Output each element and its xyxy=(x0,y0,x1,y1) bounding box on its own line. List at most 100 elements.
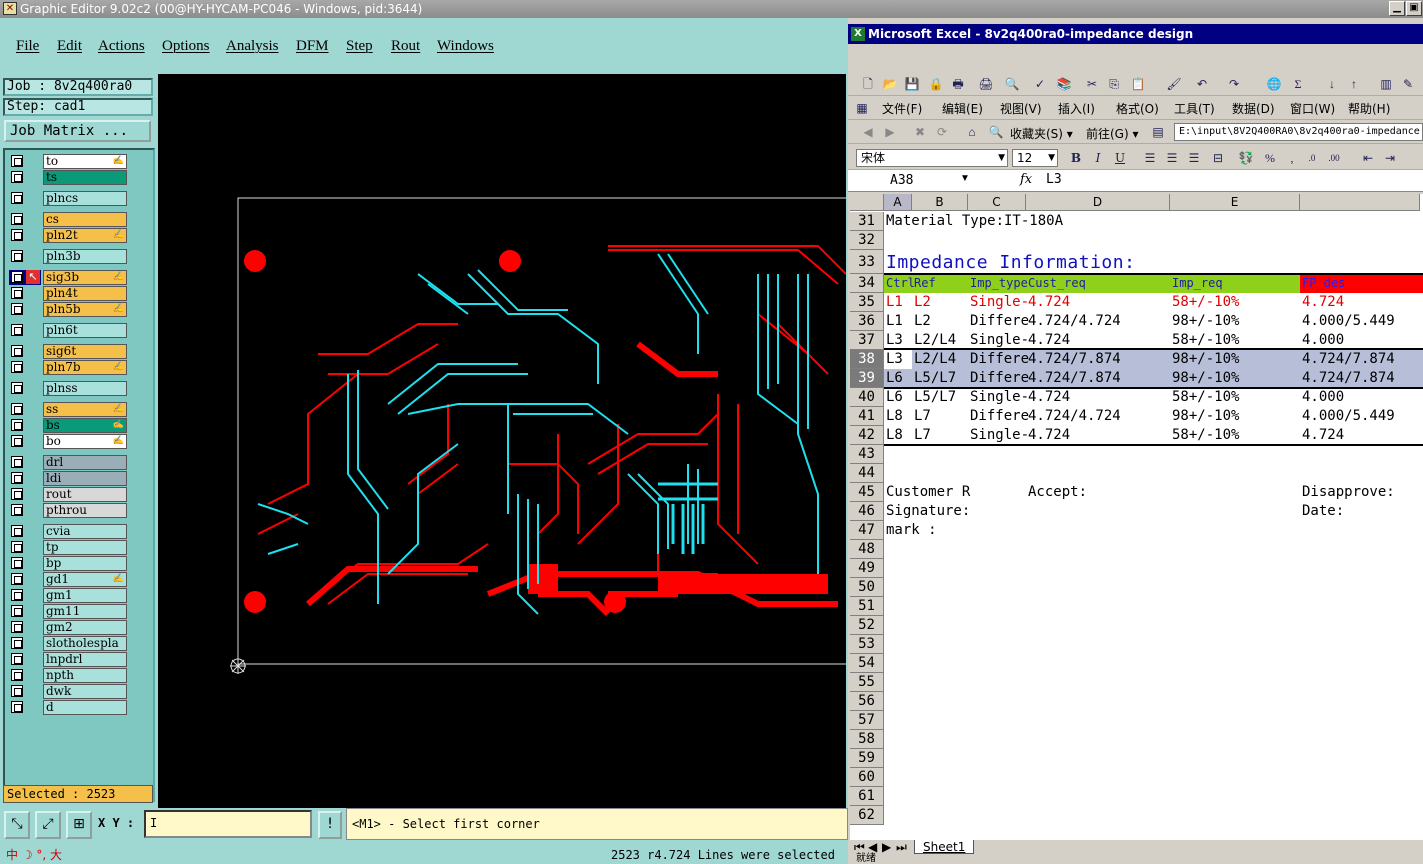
increase-indent-icon[interactable]: ⇥ xyxy=(1382,150,1398,166)
cell[interactable]: FP_des xyxy=(1302,274,1423,293)
row-header[interactable]: 44 xyxy=(850,464,884,483)
info-icon[interactable]: ! xyxy=(318,811,342,839)
layer-row-d[interactable]: d xyxy=(9,700,127,715)
cell[interactable]: 4.724/4.724 xyxy=(1028,312,1172,331)
cell[interactable]: 98+/-10% xyxy=(1172,350,1302,369)
layer-name[interactable]: ss ✍ xyxy=(43,402,127,417)
layer-name[interactable]: d xyxy=(43,700,127,715)
drawing-icon[interactable]: ✎ xyxy=(1400,76,1416,92)
cell[interactable]: L8 xyxy=(886,407,914,426)
cell[interactable]: 4.724 xyxy=(1028,426,1172,445)
layer-checkbox[interactable] xyxy=(11,573,23,585)
layer-checkbox[interactable] xyxy=(11,271,23,283)
layer-name[interactable]: dwk xyxy=(43,684,127,699)
new-icon[interactable]: 🗋 xyxy=(860,76,876,92)
go-menu[interactable]: 前往(G) ▾ xyxy=(1086,125,1139,142)
forward-icon[interactable]: ▶ xyxy=(882,124,898,140)
research-icon[interactable]: 📚 xyxy=(1056,76,1072,92)
layer-row-pln2t[interactable]: pln2t ✍ xyxy=(9,228,127,243)
cell[interactable]: 4.724 xyxy=(1028,388,1172,407)
align-right-icon[interactable]: ☰ xyxy=(1186,150,1202,166)
layer-row-to[interactable]: to ✍ xyxy=(9,154,127,169)
sheet-tab-sheet1[interactable]: Sheet1 xyxy=(914,840,975,854)
comma-icon[interactable]: , xyxy=(1284,150,1300,166)
cell[interactable]: 4.000/5.449 xyxy=(1302,407,1423,426)
cell[interactable]: L2 xyxy=(914,293,970,312)
layer-row-pln3b[interactable]: pln3b xyxy=(9,249,127,264)
row-header[interactable]: 37 xyxy=(850,331,884,350)
layer-row-drl[interactable]: drl xyxy=(9,455,127,470)
cell[interactable]: 4.724 xyxy=(1302,293,1423,312)
open-icon[interactable]: 📂 xyxy=(882,76,898,92)
cell[interactable]: Date: xyxy=(1302,502,1423,521)
layer-checkbox[interactable] xyxy=(11,419,23,431)
layer-checkbox[interactable] xyxy=(11,589,23,601)
home-icon[interactable]: ⌂ xyxy=(964,124,980,140)
layer-checkbox[interactable] xyxy=(11,701,23,713)
cell[interactable]: L5/L7 xyxy=(914,369,970,388)
restore-button[interactable]: ▣ xyxy=(1406,1,1422,16)
row-header[interactable]: 45 xyxy=(850,483,884,502)
undo-icon[interactable]: ↶ xyxy=(1194,76,1210,92)
layer-name[interactable]: tp xyxy=(43,540,127,555)
row-header[interactable]: 55 xyxy=(850,673,884,692)
search-icon[interactable]: 🔍 xyxy=(1004,76,1020,92)
layer-checkbox[interactable] xyxy=(11,213,23,225)
excel-menu-1[interactable]: 编辑(E) xyxy=(942,100,983,117)
job-matrix-button[interactable]: Job Matrix ... xyxy=(4,120,151,142)
row-header[interactable]: 57 xyxy=(850,711,884,730)
row-header[interactable]: 61 xyxy=(850,787,884,806)
cell[interactable]: L1 xyxy=(886,293,914,312)
layer-row-ldi[interactable]: ldi xyxy=(9,471,127,486)
cell[interactable]: 4.000 xyxy=(1302,388,1423,407)
layer-name[interactable]: rout xyxy=(43,487,127,502)
layer-name[interactable]: plncs xyxy=(43,191,127,206)
ime-indicator[interactable]: 中 ☽ °, 大 xyxy=(6,846,62,864)
layer-checkbox[interactable] xyxy=(11,472,23,484)
zoom-corner-icon[interactable]: ⤡ xyxy=(4,811,30,839)
menu-options[interactable]: Options xyxy=(162,38,210,55)
layer-checkbox[interactable] xyxy=(11,557,23,569)
row-header[interactable]: 62 xyxy=(850,806,884,825)
row-header[interactable]: 33 xyxy=(850,250,884,274)
grid-icon[interactable]: ⊞ xyxy=(66,811,92,839)
print-preview-icon[interactable]: 🖨 xyxy=(978,76,994,92)
cell[interactable]: Cust_req xyxy=(1028,274,1172,293)
row-header[interactable]: 49 xyxy=(850,559,884,578)
cell[interactable]: 4.724/7.874 xyxy=(1028,350,1172,369)
row-header[interactable]: 51 xyxy=(850,597,884,616)
menu-file[interactable]: File xyxy=(16,38,39,55)
cell[interactable]: L6 xyxy=(886,388,914,407)
row-header[interactable]: 35 xyxy=(850,293,884,312)
cell[interactable]: L7 xyxy=(914,426,970,445)
cell[interactable]: 98+/-10% xyxy=(1172,369,1302,388)
row-header[interactable]: 32 xyxy=(850,231,884,250)
layer-checkbox[interactable] xyxy=(11,435,23,447)
cell[interactable]: Ctrl xyxy=(886,274,914,293)
cell[interactable]: L8 xyxy=(886,426,914,445)
cell[interactable]: 4.724/7.874 xyxy=(1028,369,1172,388)
excel-menu-2[interactable]: 视图(V) xyxy=(1000,100,1042,117)
column-header[interactable]: C xyxy=(968,194,1026,211)
cell[interactable]: L2/L4 xyxy=(914,350,970,369)
excel-menu-7[interactable]: 窗口(W) xyxy=(1290,100,1335,117)
cell[interactable]: Accept: xyxy=(1028,483,1172,502)
cell[interactable]: L5/L7 xyxy=(914,388,970,407)
menu-dfm[interactable]: DFM xyxy=(296,38,329,55)
excel-menu-5[interactable]: 工具(T) xyxy=(1174,100,1215,117)
layer-row-npth[interactable]: npth xyxy=(9,668,127,683)
formula-input[interactable]: L3 xyxy=(1046,172,1062,187)
row-header[interactable]: 56 xyxy=(850,692,884,711)
row-header[interactable]: 31 xyxy=(850,212,884,231)
prev-sheet-icon[interactable]: ◀ xyxy=(868,840,877,854)
row-header[interactable]: 50 xyxy=(850,578,884,597)
autosum-icon[interactable]: Σ xyxy=(1290,76,1306,92)
row-header[interactable]: 42 xyxy=(850,426,884,445)
layer-checkbox[interactable] xyxy=(11,488,23,500)
layer-name[interactable]: pln2t ✍ xyxy=(43,228,127,243)
layer-name[interactable]: drl xyxy=(43,455,127,470)
cell[interactable]: 4.724 xyxy=(1302,426,1423,445)
row-header[interactable]: 47 xyxy=(850,521,884,540)
layer-checkbox[interactable] xyxy=(11,669,23,681)
layer-name[interactable]: gd1 ✍ xyxy=(43,572,127,587)
